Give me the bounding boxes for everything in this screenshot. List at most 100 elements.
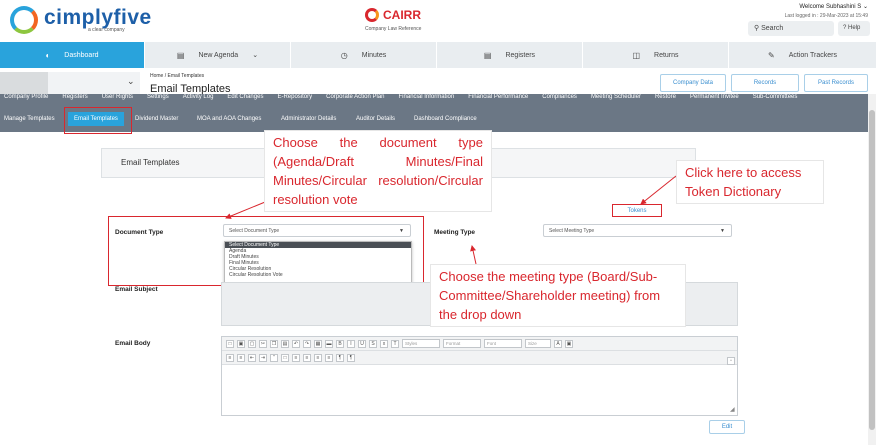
- past-records-button[interactable]: Past Records: [804, 74, 868, 92]
- tab-user-rights[interactable]: User Rights: [102, 94, 133, 100]
- nav-registers[interactable]: ▤ Registers: [437, 42, 583, 68]
- text-color-icon[interactable]: A: [554, 339, 562, 348]
- outdent-icon[interactable]: ⇤: [248, 353, 256, 362]
- tab-sub-committees[interactable]: Sub-Committees: [753, 94, 798, 100]
- tab-restore[interactable]: Restore: [655, 94, 676, 100]
- resize-handle-icon[interactable]: ◢: [730, 406, 735, 413]
- tab-manage-templates[interactable]: Manage Templates: [4, 112, 55, 126]
- settings-nav: Company Profile Registers User Rights Se…: [0, 94, 868, 106]
- dashboard-icon: ◐: [45, 50, 51, 60]
- main-nav: ◐ Dashboard ▤ New Agenda ⌄ ◷ Minutes ▤ Regist…: [0, 42, 876, 68]
- div-icon[interactable]: □: [281, 353, 289, 362]
- breadcrumb[interactable]: Home / Email Templates: [150, 73, 204, 79]
- format-select[interactable]: Format: [443, 339, 481, 348]
- tracker-icon: ✎: [768, 50, 775, 60]
- justify-icon[interactable]: ≡: [325, 353, 333, 362]
- tab-administrator-details[interactable]: Administrator Details: [281, 112, 336, 126]
- undo-icon[interactable]: ↶: [292, 339, 300, 348]
- cairr-brand: CAIRR: [383, 8, 421, 22]
- italic-icon[interactable]: I: [347, 339, 355, 348]
- records-button[interactable]: Records: [731, 74, 799, 92]
- tab-corporate-action-plan[interactable]: Corporate Action Plan: [326, 94, 384, 100]
- styles-select[interactable]: Styles: [402, 339, 440, 348]
- tab-edit-changes[interactable]: Edit Changes: [227, 94, 263, 100]
- cairr-subtitle: Company Law Reference: [365, 26, 422, 32]
- cut-icon[interactable]: ✂: [259, 339, 267, 348]
- ltr-icon[interactable]: ¶: [336, 353, 344, 362]
- align-center-icon[interactable]: ≡: [303, 353, 311, 362]
- tab-financial-information[interactable]: Financial Information: [399, 94, 455, 100]
- edit-button[interactable]: Edit: [709, 420, 745, 434]
- maximize-icon[interactable]: ▫: [727, 357, 735, 365]
- help-button[interactable]: ? Help: [838, 21, 870, 36]
- search-input[interactable]: ⚲ Search: [748, 21, 834, 36]
- nav-action-trackers[interactable]: ✎ Action Trackers: [729, 42, 876, 68]
- editor-toolbar: □ ▣ ▢ ✂ ❐ ▤ ↶ ↷ ▦ ▬ B I U S x T Styles F…: [222, 337, 737, 351]
- rtl-icon[interactable]: ¶: [347, 353, 355, 362]
- indent-icon[interactable]: ⇥: [259, 353, 267, 362]
- tab-registers[interactable]: Registers: [62, 94, 87, 100]
- tokens-button[interactable]: Tokens: [612, 204, 662, 217]
- tab-compliances[interactable]: Compliances: [542, 94, 577, 100]
- source-icon[interactable]: □: [226, 339, 234, 348]
- nav-new-agenda[interactable]: ▤ New Agenda ⌄: [145, 42, 291, 68]
- cairr-logo-icon: [365, 8, 379, 22]
- align-left-icon[interactable]: ≡: [292, 353, 300, 362]
- tab-dashboard-compliance[interactable]: Dashboard Compliance: [414, 112, 477, 126]
- numbered-list-icon[interactable]: ≡: [226, 353, 234, 362]
- email-body-label: Email Body: [115, 340, 151, 347]
- tab-settings[interactable]: Settings: [147, 94, 169, 100]
- align-right-icon[interactable]: ≡: [314, 353, 322, 362]
- scrollbar-thumb[interactable]: [869, 110, 875, 430]
- redo-icon[interactable]: ↷: [303, 339, 311, 348]
- preview-icon[interactable]: ▢: [248, 339, 256, 348]
- underline-icon[interactable]: U: [358, 339, 366, 348]
- strike-icon[interactable]: S: [369, 339, 377, 348]
- tab-meeting-scheduler[interactable]: Meeting Scheduler: [591, 94, 641, 100]
- tab-auditor-details[interactable]: Auditor Details: [356, 112, 395, 126]
- chevron-down-icon[interactable]: ⌄: [127, 76, 135, 87]
- panel-title: Email Templates: [121, 158, 180, 167]
- tab-company-profile[interactable]: Company Profile: [4, 94, 48, 100]
- bold-icon[interactable]: B: [336, 339, 344, 348]
- company-data-button[interactable]: Company Data: [660, 74, 726, 92]
- blockquote-icon[interactable]: “: [270, 353, 278, 362]
- dropdown-option[interactable]: Circular Resolution Vote: [225, 272, 411, 278]
- meeting-type-select[interactable]: Select Meeting Type ▼: [543, 224, 732, 237]
- nav-minutes[interactable]: ◷ Minutes: [291, 42, 437, 68]
- brand-subtitle: a clear company: [88, 27, 125, 33]
- tab-moa-aoa-changes[interactable]: MOA and AOA Changes: [197, 112, 261, 126]
- cimplyfive-logo-icon: [10, 6, 38, 34]
- highlight-email-templates-tab: [64, 107, 132, 134]
- meeting-type-label: Meeting Type: [434, 229, 476, 236]
- tab-e-repository[interactable]: E-Repository: [277, 94, 312, 100]
- user-menu[interactable]: Welcome Subhashini S ⌄: [760, 3, 868, 10]
- nav-dashboard[interactable]: ◐ Dashboard: [0, 42, 145, 68]
- bg-color-icon[interactable]: ▣: [565, 339, 573, 348]
- bullet-list-icon[interactable]: ≡: [237, 353, 245, 362]
- callout-document-type: Choose the document type (Agenda/Draft M…: [264, 130, 492, 212]
- tab-permanent-invitee[interactable]: Permanent Invitee: [690, 94, 739, 100]
- size-select[interactable]: Size: [525, 339, 551, 348]
- tab-activity-log[interactable]: Activity Log: [183, 94, 214, 100]
- font-select[interactable]: Font: [484, 339, 522, 348]
- hr-icon[interactable]: ▬: [325, 339, 333, 348]
- clear-format-icon[interactable]: T: [391, 339, 399, 348]
- table-icon[interactable]: ▦: [314, 339, 322, 348]
- copy-icon[interactable]: ❐: [270, 339, 278, 348]
- document-type-select[interactable]: Select Document Type ▼: [223, 224, 411, 237]
- tab-dividend-master[interactable]: Dividend Master: [135, 112, 178, 126]
- save-icon[interactable]: ▣: [237, 339, 245, 348]
- arrow-tokens: [640, 175, 677, 205]
- subscript-icon[interactable]: x: [380, 339, 388, 348]
- returns-icon: ◫: [632, 50, 641, 60]
- caret-down-icon: ▼: [399, 228, 404, 234]
- email-subject-label: Email Subject: [115, 286, 158, 293]
- nav-returns[interactable]: ◫ Returns: [583, 42, 729, 68]
- paste-icon[interactable]: ▤: [281, 339, 289, 348]
- company-selector[interactable]: [0, 72, 48, 94]
- callout-tokens: Click here to access Token Dictionary: [676, 160, 824, 204]
- tab-financial-performance[interactable]: Financial Performance: [468, 94, 528, 100]
- app-header: cimplyfive a clear company CAIRR Company…: [0, 0, 876, 42]
- clock-icon: ◷: [340, 50, 348, 60]
